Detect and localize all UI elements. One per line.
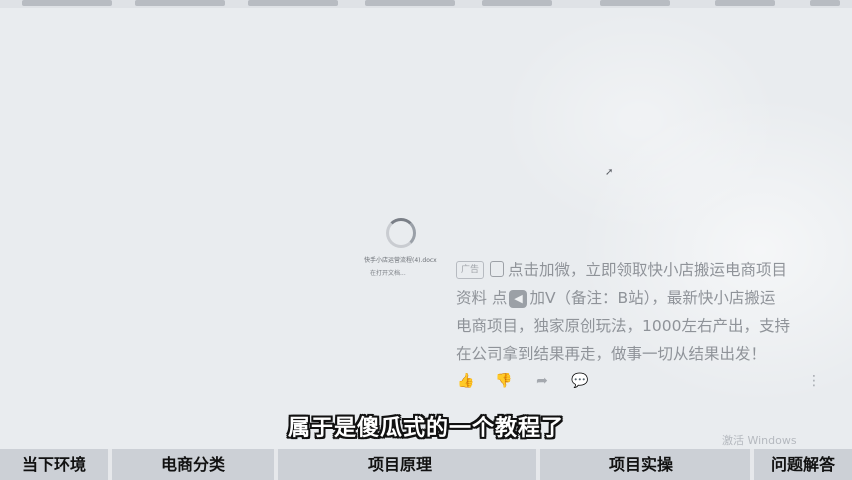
bookmark-item[interactable] [248, 0, 338, 6]
more-icon[interactable]: ⋮ [804, 372, 824, 390]
dislike-icon[interactable]: 👎 [494, 372, 514, 390]
bookmark-bar [0, 0, 852, 8]
like-icon[interactable]: 👍 [456, 372, 476, 390]
ad-block[interactable]: 广告 点击加微，立即领取快小店搬运电商项目 资料 点 ◀ 加V（备注：B站），最新快小… [456, 256, 826, 368]
file-action-label[interactable]: 在打开文档... [370, 268, 430, 277]
ad-line-1: 点击加微，立即领取快小店搬运电商项目 [508, 261, 788, 279]
bookmark-item[interactable] [810, 0, 840, 6]
nav-item-current-environment[interactable]: 当下环境 [0, 449, 108, 480]
ad-line-2: 资料 点 [456, 289, 508, 307]
nav-item-ecommerce-category[interactable]: 电商分类 [112, 449, 274, 480]
bookmark-item[interactable] [482, 0, 552, 6]
ad-tag: 广告 [456, 261, 485, 279]
ad-action-row: 👍 👎 ➦ 💬 ⋮ [456, 372, 826, 392]
bag-icon [490, 261, 505, 277]
nav-item-project-principle[interactable]: 项目原理 [278, 449, 522, 480]
bookmark-item[interactable] [135, 0, 225, 6]
comment-icon[interactable]: 💬 [570, 372, 590, 390]
nav-item-qa[interactable]: 问题解答 [754, 449, 852, 480]
bottom-nav: 当下环境 电商分类 项目原理 项目实操 问题解答 [0, 449, 852, 480]
windows-watermark: 激活 Windows [722, 434, 797, 447]
background [0, 0, 852, 480]
mouse-cursor-icon: ➚ [605, 167, 614, 178]
ad-line-4: 电商项目，独家原创玩法，1000左右产出，支持 [456, 317, 790, 335]
back-arrow-icon: ◀ [509, 290, 528, 308]
bookmark-item[interactable] [715, 0, 775, 6]
nav-item-project-practice[interactable]: 项目实操 [540, 449, 742, 480]
loading-spinner [386, 218, 416, 248]
share-icon[interactable]: ➦ [532, 372, 552, 390]
bookmark-item[interactable] [22, 0, 112, 6]
bookmark-item[interactable] [600, 0, 670, 6]
ad-line-3: 加V（备注：B站），最新快小店搬运 [529, 289, 776, 307]
file-name[interactable]: 快手小店运营流程(4).docx [364, 255, 444, 264]
bookmark-item[interactable] [365, 0, 455, 6]
ad-line-5: 在公司拿到结果再走，做事一切从结果出发！ [456, 345, 767, 363]
